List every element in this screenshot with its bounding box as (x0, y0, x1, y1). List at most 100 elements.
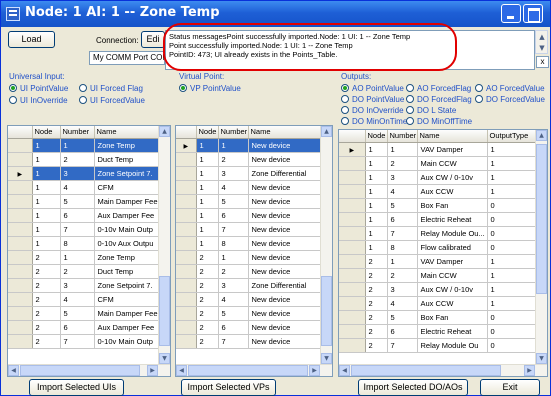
table-cell[interactable]: Electric Reheat (417, 324, 488, 339)
table-cell[interactable]: 1 (365, 226, 388, 241)
table-cell[interactable]: 1 (487, 184, 538, 199)
table-row[interactable]: 2 4 Aux CCW 1 (339, 296, 538, 311)
table-cell[interactable]: 2 (365, 254, 388, 269)
table-cell[interactable]: 2 (32, 320, 61, 335)
row-header[interactable] (176, 194, 197, 209)
table-row[interactable]: 1 2 New device (176, 152, 323, 167)
table-cell[interactable]: New device (248, 222, 323, 237)
scroll-thumb[interactable] (159, 276, 170, 346)
radio-ao-forcedvalue[interactable]: AO ForcedValue (475, 84, 545, 94)
table-cell[interactable]: 1 (487, 282, 538, 297)
scroll-left-icon[interactable]: ◀ (176, 365, 187, 376)
table-row[interactable]: 2 6 Aux Damper Fee (8, 320, 161, 335)
ui-grid[interactable]: Node Number Name 1 1 Zone Temp 1 2 Duct Temp ▶… (7, 125, 171, 377)
table-cell[interactable]: Aux CCW (417, 184, 488, 199)
table-row[interactable]: 1 5 New device (176, 194, 323, 209)
table-cell[interactable]: 1 (365, 156, 388, 171)
table-cell[interactable]: Main CCW (417, 268, 488, 283)
scroll-thumb[interactable] (536, 144, 547, 294)
ui-grid-horizontal-scrollbar[interactable]: ◀ ▶ (8, 364, 170, 376)
table-cell[interactable]: New device (248, 208, 323, 223)
table-cell[interactable]: 1 (218, 250, 249, 265)
table-cell[interactable]: 6 (387, 212, 418, 227)
table-cell[interactable]: 2 (196, 320, 219, 335)
table-row[interactable]: 2 7 0-10v Main Outp (8, 334, 161, 349)
row-header[interactable] (8, 250, 33, 265)
status-scrollbar[interactable]: ▲ ▼ (535, 30, 548, 54)
row-header[interactable] (339, 254, 366, 269)
table-row[interactable]: 2 7 Relay Module Ou 0 (339, 338, 538, 353)
table-cell[interactable]: 0 (487, 240, 538, 255)
table-cell[interactable]: Aux CW / 0-10v (417, 170, 488, 185)
table-cell[interactable]: 6 (387, 324, 418, 339)
table-cell[interactable]: New device (248, 194, 323, 209)
radio-ui-pointvalue[interactable]: UI PointValue (9, 84, 68, 94)
table-cell[interactable]: 3 (218, 166, 249, 181)
table-cell[interactable]: 1 (196, 180, 219, 195)
table-cell[interactable]: Aux Damper Fee (94, 208, 161, 223)
table-cell[interactable]: 1 (365, 240, 388, 255)
row-header[interactable] (8, 306, 33, 321)
row-header[interactable] (339, 170, 366, 185)
table-cell[interactable]: 2 (218, 152, 249, 167)
table-cell[interactable]: 1 (487, 156, 538, 171)
table-cell[interactable]: 0 (487, 198, 538, 213)
table-cell[interactable]: 8 (60, 236, 95, 251)
table-cell[interactable]: 3 (60, 278, 95, 293)
table-cell[interactable]: New device (248, 306, 323, 321)
table-row[interactable]: 1 2 Main CCW 1 (339, 156, 538, 171)
table-cell[interactable]: 7 (218, 334, 249, 349)
table-row[interactable]: 2 2 Main CCW 1 (339, 268, 538, 283)
radio-do-l-state[interactable]: DO L State (406, 106, 456, 116)
scroll-right-icon[interactable]: ▶ (524, 365, 535, 376)
table-cell[interactable]: 0 (487, 226, 538, 241)
row-header[interactable] (176, 208, 197, 223)
scroll-up-icon[interactable]: ▲ (159, 126, 170, 137)
table-row[interactable]: 2 6 New device (176, 320, 323, 335)
table-row[interactable]: 1 3 Zone Differential (176, 166, 323, 181)
scroll-right-icon[interactable]: ▶ (309, 365, 320, 376)
scroll-up-icon[interactable]: ▲ (536, 130, 547, 141)
table-cell[interactable]: 4 (60, 292, 95, 307)
table-row[interactable]: 1 6 Aux Damper Fee (8, 208, 161, 223)
table-cell[interactable]: 1 (196, 152, 219, 167)
table-row[interactable]: 1 1 Zone Temp (8, 138, 161, 153)
table-cell[interactable]: 1 (487, 170, 538, 185)
vp-grid[interactable]: Node Number Name ▶ 1 1 New device 1 2 New devi… (175, 125, 333, 377)
table-cell[interactable]: New device (248, 334, 323, 349)
table-cell[interactable]: Relay Module Ou (417, 338, 488, 353)
table-cell[interactable]: 7 (387, 338, 418, 353)
row-header[interactable] (176, 292, 197, 307)
table-cell[interactable]: 4 (218, 292, 249, 307)
row-header[interactable] (176, 264, 197, 279)
table-row[interactable]: 2 5 Box Fan 0 (339, 310, 538, 325)
table-row[interactable]: ▶ 1 1 VAV Damper 1 (339, 142, 538, 157)
scroll-up-icon[interactable]: ▲ (537, 32, 547, 42)
table-cell[interactable]: 3 (218, 278, 249, 293)
row-header[interactable] (339, 156, 366, 171)
table-row[interactable]: ▶ 1 3 Zone Setpoint 7. (8, 166, 161, 181)
maximize-button[interactable] (523, 4, 543, 23)
table-row[interactable]: 2 1 VAV Damper 1 (339, 254, 538, 269)
table-row[interactable]: 2 2 New device (176, 264, 323, 279)
column-header-number[interactable]: Number (60, 126, 95, 139)
row-header[interactable] (8, 292, 33, 307)
table-cell[interactable]: VAV Damper (417, 142, 488, 157)
table-cell[interactable]: Zone Setpoint 7. (94, 166, 161, 181)
table-cell[interactable]: 0-10v Aux Outpu (94, 236, 161, 251)
table-cell[interactable]: New device (248, 292, 323, 307)
table-cell[interactable]: Zone Temp (94, 250, 161, 265)
table-cell[interactable]: Aux CCW (417, 296, 488, 311)
table-cell[interactable]: Aux CW / 0-10v (417, 282, 488, 297)
table-cell[interactable]: New device (248, 320, 323, 335)
radio-do-minontime[interactable]: DO MinOnTime (341, 117, 407, 127)
row-header[interactable] (8, 264, 33, 279)
table-row[interactable]: 1 4 CFM (8, 180, 161, 195)
table-cell[interactable]: 1 (218, 138, 249, 153)
table-row[interactable]: ▶ 1 1 New device (176, 138, 323, 153)
import-selected-vps-button[interactable]: Import Selected VPs (181, 379, 276, 396)
row-header[interactable] (176, 222, 197, 237)
table-cell[interactable]: 1 (365, 212, 388, 227)
radio-ui-inoverride[interactable]: UI InOverride (9, 96, 68, 106)
table-cell[interactable]: Main Damper Fee (94, 194, 161, 209)
